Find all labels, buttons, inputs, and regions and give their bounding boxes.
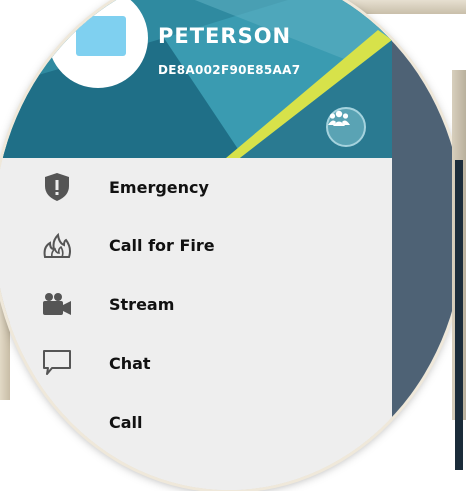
phone-screen-edge <box>455 160 463 470</box>
user-name: PETERSON <box>158 24 292 48</box>
menu-item-label: Chat <box>109 353 151 373</box>
group-button[interactable] <box>326 107 366 147</box>
shield-exclamation-icon <box>40 170 74 204</box>
menu-item-emergency[interactable]: Emergency <box>0 158 392 216</box>
menu-item-call-for-fire[interactable]: Call for Fire <box>0 216 392 274</box>
drawer-header: PETERSON DE8A002F90E85AA7 <box>0 0 392 158</box>
menu-item-call[interactable]: Call <box>0 393 392 451</box>
video-camera-icon <box>40 287 74 321</box>
menu-item-label: Call <box>109 412 143 432</box>
avatar-image <box>76 16 126 56</box>
group-icon <box>328 110 350 126</box>
menu-item-chat[interactable]: Chat <box>0 334 392 392</box>
chat-bubble-icon <box>40 346 74 380</box>
phone-frame-right <box>452 70 466 470</box>
drawer-menu: Emergency Call for Fire Stream Chat Call <box>0 158 392 490</box>
menu-item-stream[interactable]: Stream <box>0 275 392 333</box>
phone-icon <box>40 405 74 439</box>
menu-item-label: Call for Fire <box>109 235 215 255</box>
magnified-view: PETERSON DE8A002F90E85AA7 Emergency Call… <box>0 0 464 490</box>
device-id: DE8A002F90E85AA7 <box>158 63 301 77</box>
menu-item-label: Stream <box>109 294 175 314</box>
menu-item-label: Emergency <box>109 177 209 197</box>
fire-icon <box>40 228 74 262</box>
